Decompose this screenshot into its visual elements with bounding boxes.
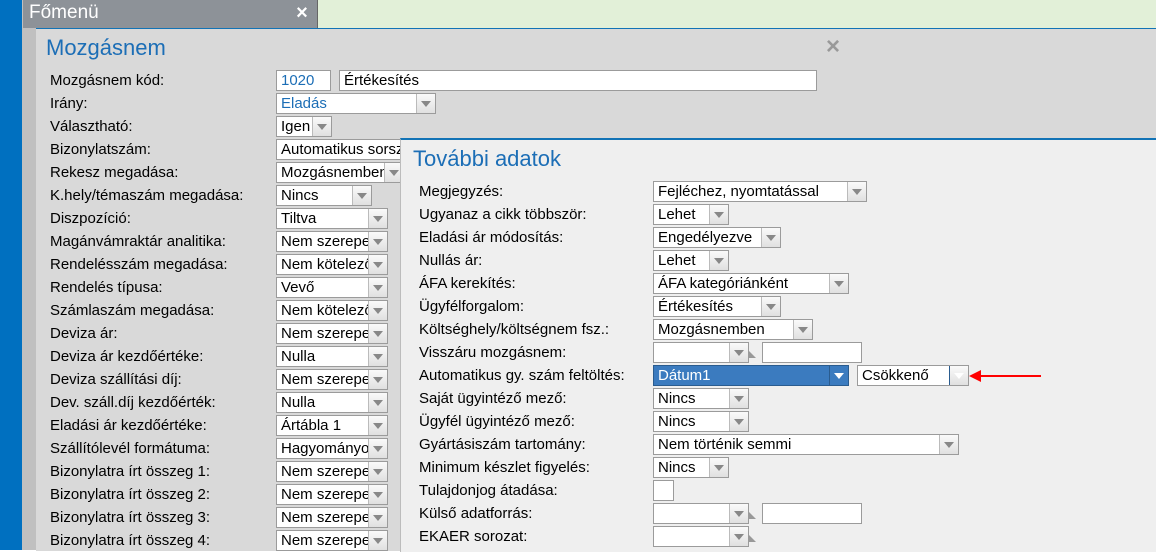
select-ugyf[interactable] [653, 296, 781, 317]
label-maganvam: Magánvámraktár analitika: [50, 233, 276, 250]
select-maganvam[interactable] [276, 231, 388, 252]
panel-tovabbi-adatok: További adatok Megjegyzés: Ugyanaz a cik… [400, 138, 1156, 552]
input-kulso-extra[interactable] [762, 503, 862, 524]
label-auto: Automatikus gy. szám feltöltés: [419, 367, 653, 384]
select-valasz[interactable] [276, 116, 332, 137]
label-szamszam: Számlaszám megadása: [50, 302, 276, 319]
label-nullas: Nullás ár: [419, 252, 653, 269]
select-elad[interactable] [653, 227, 781, 248]
label-bo1: Bizonylatra írt összeg 1: [50, 463, 276, 480]
input-kod-name[interactable] [339, 70, 817, 91]
select-eladar[interactable] [276, 415, 388, 436]
select-bo4[interactable] [276, 530, 388, 551]
mozgasnem-panel-title: Mozgásnem [36, 29, 1156, 69]
select-rendszam[interactable] [276, 254, 388, 275]
label-rendszam: Rendelésszám megadása: [50, 256, 276, 273]
label-valasz: Választható: [50, 118, 276, 135]
select-ekaer[interactable] [653, 526, 749, 547]
select-kulso[interactable] [653, 503, 749, 524]
select-irany[interactable] [276, 93, 436, 114]
mozgasnem-close-icon[interactable]: × [826, 33, 840, 61]
select-afa[interactable] [653, 273, 849, 294]
label-kod: Mozgásnem kód: [50, 72, 276, 89]
select-auto-order[interactable] [857, 365, 969, 386]
label-mink: Minimum készlet figyelés: [419, 459, 653, 476]
label-khely: K.hely/témaszám megadása: [50, 187, 276, 204]
select-szamszam[interactable] [276, 300, 388, 321]
label-diszp: Diszpozíció: [50, 210, 276, 227]
label-sajat: Saját ügyintéző mező: [419, 390, 653, 407]
select-mink[interactable] [653, 457, 729, 478]
label-szlev: Szállítólevél formátuma: [50, 440, 276, 457]
label-ugyf: Ügyfélforgalom: [419, 298, 653, 315]
select-auto-value[interactable] [653, 365, 849, 386]
label-megj: Megjegyzés: [419, 183, 653, 200]
input-kod[interactable] [276, 70, 331, 91]
select-nullas[interactable] [653, 250, 729, 271]
label-devark: Deviza ár kezdőértéke: [50, 348, 276, 365]
checkbox-tulaj[interactable] [653, 480, 674, 501]
label-vissz: Visszáru mozgásnem: [419, 344, 653, 361]
select-vissz[interactable] [653, 342, 749, 363]
select-rendtip[interactable] [276, 277, 388, 298]
select-gyart[interactable] [653, 434, 959, 455]
label-eladar: Eladási ár kezdőértéke: [50, 417, 276, 434]
select-sajat[interactable] [653, 388, 749, 409]
label-bo3: Bizonylatra írt összeg 3: [50, 509, 276, 526]
select-devszk[interactable] [276, 392, 388, 413]
label-bo2: Bizonylatra írt összeg 2: [50, 486, 276, 503]
select-devar[interactable] [276, 323, 388, 344]
red-arrow-annotation [979, 375, 1041, 377]
select-diszp[interactable] [276, 208, 388, 229]
label-ugyanaz: Ugyanaz a cikk többször: [419, 206, 653, 223]
select-bo1[interactable] [276, 461, 388, 482]
select-megj[interactable] [653, 181, 867, 202]
select-devark[interactable] [276, 346, 388, 367]
left-stripe [0, 0, 22, 550]
label-devszk: Dev. száll.díj kezdőérték: [50, 394, 276, 411]
label-bo4: Bizonylatra írt összeg 4: [50, 532, 276, 549]
input-vissz-extra[interactable] [762, 342, 862, 363]
label-afa: ÁFA kerekítés: [419, 275, 653, 292]
label-ekaer: EKAER sorozat: [419, 528, 653, 545]
select-szlev[interactable] [276, 438, 388, 459]
label-ugyfui: Ügyfél ügyintéző mező: [419, 413, 653, 430]
select-devsz[interactable] [276, 369, 388, 390]
label-irany: Irány: [50, 95, 276, 112]
label-devar: Deviza ár: [50, 325, 276, 342]
label-rekesz: Rekesz megadása: [50, 164, 276, 181]
label-devsz: Deviza szállítási díj: [50, 371, 276, 388]
tovabbi-panel-title: További adatok [401, 140, 1156, 180]
label-elad: Eladási ár módosítás: [419, 229, 653, 246]
mainmenu-close-icon[interactable]: × [290, 2, 314, 26]
select-khely[interactable] [276, 185, 372, 206]
label-kolts: Költséghely/költségnem fsz.: [419, 321, 653, 338]
label-tulaj: Tulajdonjog átadása: [419, 482, 653, 499]
select-kolts[interactable] [653, 319, 813, 340]
select-ugyanaz[interactable] [653, 204, 729, 225]
label-rendtip: Rendelés típusa: [50, 279, 276, 296]
label-kulso: Külső adatforrás: [419, 505, 653, 522]
select-rekesz[interactable] [276, 162, 404, 183]
label-bizszam: Bizonylatszám: [50, 141, 276, 158]
label-gyart: Gyártásiszám tartomány: [419, 436, 653, 453]
select-bo3[interactable] [276, 507, 388, 528]
select-bo2[interactable] [276, 484, 388, 505]
select-ugyfui[interactable] [653, 411, 749, 432]
mainmenu-title: Főmenü [23, 0, 318, 28]
